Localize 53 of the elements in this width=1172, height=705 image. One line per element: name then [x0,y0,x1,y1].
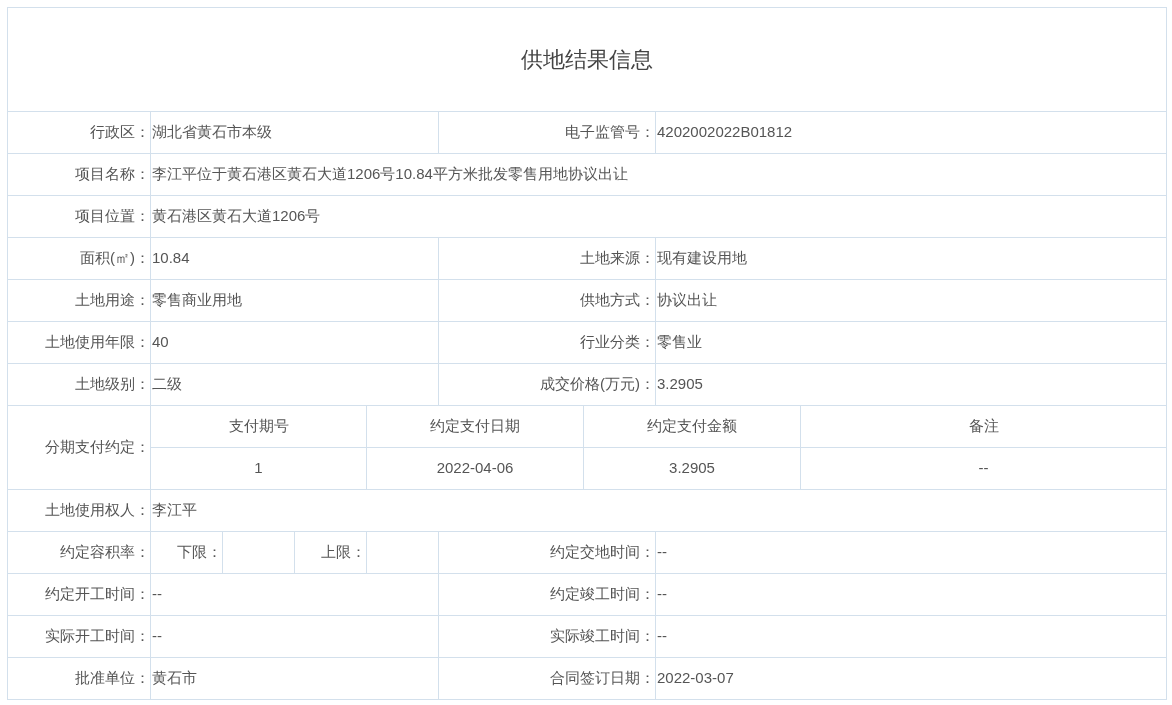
column-header: 支付期号 [228,417,289,435]
field-value: -- [152,585,162,603]
field-label: 项目名称： [75,165,150,183]
field-label: 约定容积率： [60,543,150,561]
column-header: 约定支付金额 [647,417,737,435]
field-label: 面积(㎡)： [80,249,150,267]
field-value: -- [657,627,667,645]
field-value: 黄石市 [152,669,197,687]
field-label: 下限： [177,543,222,561]
column-header: 备注 [968,417,999,435]
field-label: 实际竣工时间： [550,627,655,645]
field-label: 电子监管号： [565,123,655,141]
field-value: 2022-03-07 [657,669,734,687]
field-value: 现有建设用地 [657,249,747,267]
field-label: 行政区： [90,123,150,141]
field-value: 零售商业用地 [152,291,242,309]
table-cell: -- [978,459,989,477]
table-cell: 2022-04-06 [436,459,514,477]
field-label: 约定开工时间： [45,585,150,603]
field-value: 二级 [152,375,182,393]
page-title: 供地结果信息 [521,47,654,72]
field-label: 批准单位： [75,669,150,687]
field-label: 合同签订日期： [550,669,655,687]
field-label: 土地级别： [75,375,150,393]
field-label: 约定竣工时间： [550,585,655,603]
field-label: 土地来源： [580,249,655,267]
field-value: 零售业 [657,333,702,351]
field-label: 土地用途： [75,291,150,309]
field-label: 项目位置： [75,207,150,225]
field-label: 实际开工时间： [45,627,150,645]
column-header: 约定支付日期 [430,417,520,435]
field-value: 40 [152,333,169,351]
field-value: -- [152,627,162,645]
field-label: 土地使用权人： [45,501,150,519]
table-cell: 1 [254,459,263,477]
field-value: -- [657,585,667,603]
field-label: 行业分类： [580,333,655,351]
field-label: 成交价格(万元)： [540,375,655,393]
field-label: 上限： [321,543,366,561]
field-value: 协议出让 [657,291,717,309]
field-value: 10.84 [152,249,190,267]
table-cell: 3.2905 [669,459,715,477]
field-value: 3.2905 [657,375,703,393]
field-value: 李江平 [152,501,197,519]
field-value: 湖北省黄石市本级 [152,123,272,141]
field-label: 供地方式： [580,291,655,309]
field-label: 土地使用年限： [45,333,150,351]
field-label: 分期支付约定： [45,438,150,456]
field-value: 李江平位于黄石港区黄石大道1206号10.84平方米批发零售用地协议出让 [152,165,628,183]
field-value: 黄石港区黄石大道1206号 [152,207,321,225]
field-label: 约定交地时间： [550,543,655,561]
field-value: 4202002022B01812 [657,123,793,141]
field-value: -- [657,543,667,561]
